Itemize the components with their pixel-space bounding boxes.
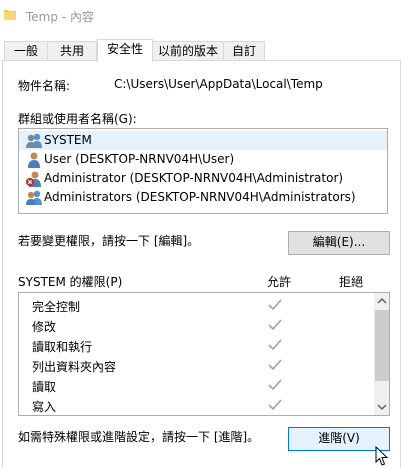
permission-name: 完全控制 [32,300,81,314]
mouse-cursor-icon [375,446,389,466]
tab-customize[interactable]: 自訂 [223,41,265,61]
permission-row: 完全控制 [19,295,374,315]
user-list-item[interactable]: User (DESKTOP-NRNV04H\User) [19,150,387,169]
advanced-hint: 如需特殊權限或進階設定，請按一下 [進階]。 [18,430,260,444]
permission-row: 列出資料夾內容 [19,355,374,375]
user-name: SYSTEM [44,133,92,147]
user-name: Administrator (DESKTOP-NRNV04H\Administr… [44,171,344,185]
user-list-item[interactable]: Administrators (DESKTOP-NRNV04H\Administ… [19,188,387,207]
user-list-item[interactable]: Administrator (DESKTOP-NRNV04H\Administr… [19,169,387,188]
tab-security[interactable]: 安全性 [97,39,153,62]
permission-row: 寫入 [19,395,374,415]
user-list[interactable]: SYSTEM User (DESKTOP-NRNV04H\User) Admin… [18,128,388,214]
tab-sharing[interactable]: 共用 [47,41,97,61]
permission-row: 讀取和執行 [19,335,374,355]
permission-name: 修改 [32,320,57,334]
folder-icon [4,10,16,20]
user-icon [28,152,40,168]
tab-strip: 一般 共用 安全性 以前的版本 自訂 [0,39,402,62]
allow-column-header: 允許 [267,275,292,289]
group-users-icon [26,190,42,205]
scroll-up-arrow-icon[interactable] [374,293,390,309]
permission-row: 修改 [19,315,374,335]
permission-row: 讀取 [19,375,374,395]
tab-general[interactable]: 一般 [4,41,48,61]
permissions-title: SYSTEM 的權限(P) [18,275,123,289]
permission-name: 列出資料夾內容 [32,360,117,374]
user-name: Administrators (DESKTOP-NRNV04H\Administ… [44,190,356,204]
object-name-label: 物件名稱: [18,79,71,93]
title-bar[interactable]: Temp - 內容 [0,0,402,32]
permission-name: 讀取 [32,380,57,394]
permissions-scrollbar[interactable] [374,293,390,415]
allow-check-icon [268,399,282,411]
groups-label: 群組或使用者名稱(G): [18,112,137,126]
scroll-down-arrow-icon[interactable] [374,399,390,415]
deny-column-header: 拒絕 [339,275,364,289]
edit-hint: 若要變更權限，請按一下 [編輯]。 [18,234,200,248]
permission-name: 讀取和執行 [32,340,93,354]
user-list-item[interactable]: SYSTEM [19,131,387,150]
user-name: User (DESKTOP-NRNV04H\User) [44,152,235,166]
edit-button[interactable]: 編輯(E)... [288,231,390,255]
object-name-value: C:\Users\User\AppData\Local\Temp [114,77,323,91]
window-title: Temp - 內容 [26,10,94,24]
permission-name: 寫入 [32,400,57,414]
disabled-user-icon [26,171,41,187]
group-users-icon [26,133,42,148]
allow-check-icon [268,299,282,311]
tab-previous-versions[interactable]: 以前的版本 [152,41,224,61]
allow-check-icon [268,379,282,391]
allow-check-icon [268,319,282,331]
permissions-list[interactable]: 完全控制修改讀取和執行列出資料夾內容 讀取寫入 [18,292,390,416]
scrollbar-thumb[interactable] [375,310,389,381]
allow-check-icon [268,359,282,371]
allow-check-icon [268,339,282,351]
